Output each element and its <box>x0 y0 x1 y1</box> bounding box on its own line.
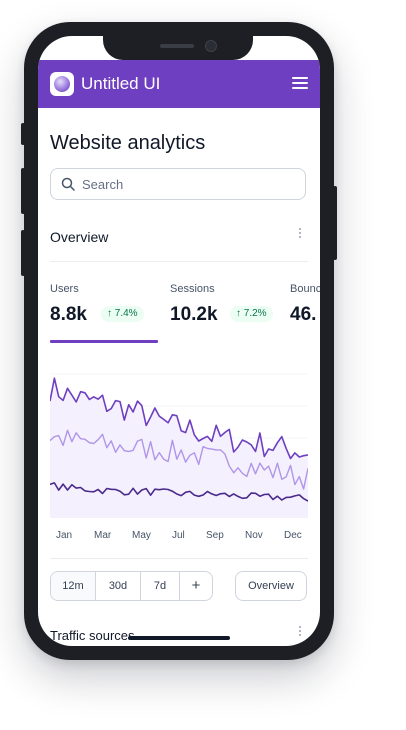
overview-heading: Overview <box>50 229 109 245</box>
page-title: Website analytics <box>50 132 206 154</box>
chart-series <box>50 377 308 518</box>
hamburger-menu-icon[interactable] <box>292 77 308 89</box>
x-tick-label: May <box>132 530 151 541</box>
range-tab-7d[interactable]: 7d <box>141 572 180 600</box>
overview-button[interactable]: Overview <box>235 571 307 601</box>
x-tick-label: Jan <box>56 530 73 541</box>
search-icon <box>61 177 75 191</box>
phone-screen: Untitled UI Website analytics Search Ove… <box>38 36 320 646</box>
divider <box>50 261 308 262</box>
x-tick-label: Dec <box>284 530 302 541</box>
metric-users-label: Users <box>50 283 79 295</box>
active-metric-underline <box>50 340 158 343</box>
metric-sessions-value: 10.2k <box>170 304 218 325</box>
front-camera-icon <box>205 40 217 52</box>
range-add-button[interactable]: + <box>180 572 212 600</box>
traffic-more-icon[interactable] <box>298 626 302 640</box>
search-placeholder: Search <box>82 177 124 192</box>
brand-logo[interactable] <box>50 72 74 96</box>
phone-mute-switch <box>21 123 25 145</box>
brand-name: Untitled UI <box>81 74 161 93</box>
metric-sessions-change-badge: ↑ 7.2% <box>230 306 273 322</box>
overview-more-icon[interactable] <box>298 228 302 242</box>
speaker-grille <box>160 44 194 48</box>
range-segmented-control: 12m 30d 7d + <box>50 571 213 601</box>
x-tick-label: Jul <box>172 530 185 541</box>
search-input[interactable]: Search <box>50 168 306 200</box>
divider <box>50 558 308 559</box>
metric-users-change-badge: ↑ 7.4% <box>101 306 144 322</box>
metric-bounce-value: 46. <box>290 304 317 325</box>
analytics-line-chart <box>50 373 308 518</box>
x-tick-label: Mar <box>94 530 112 541</box>
x-tick-label: Nov <box>245 530 263 541</box>
traffic-sources-heading: Traffic sources <box>50 628 135 643</box>
range-tab-30d[interactable]: 30d <box>96 572 141 600</box>
logo-mark <box>54 76 70 92</box>
phone-volume-up <box>21 168 25 214</box>
x-tick-label: Sep <box>206 530 224 541</box>
phone-notch <box>103 26 253 60</box>
metric-sessions-label: Sessions <box>170 283 215 295</box>
phone-power-button <box>333 186 337 260</box>
phone-volume-down <box>21 230 25 276</box>
metric-bounce-label: Bounce <box>290 283 320 295</box>
home-indicator <box>128 636 230 640</box>
range-tab-12m[interactable]: 12m <box>51 572 96 600</box>
metric-users-value: 8.8k <box>50 304 87 325</box>
top-navbar: Untitled UI <box>38 60 320 108</box>
